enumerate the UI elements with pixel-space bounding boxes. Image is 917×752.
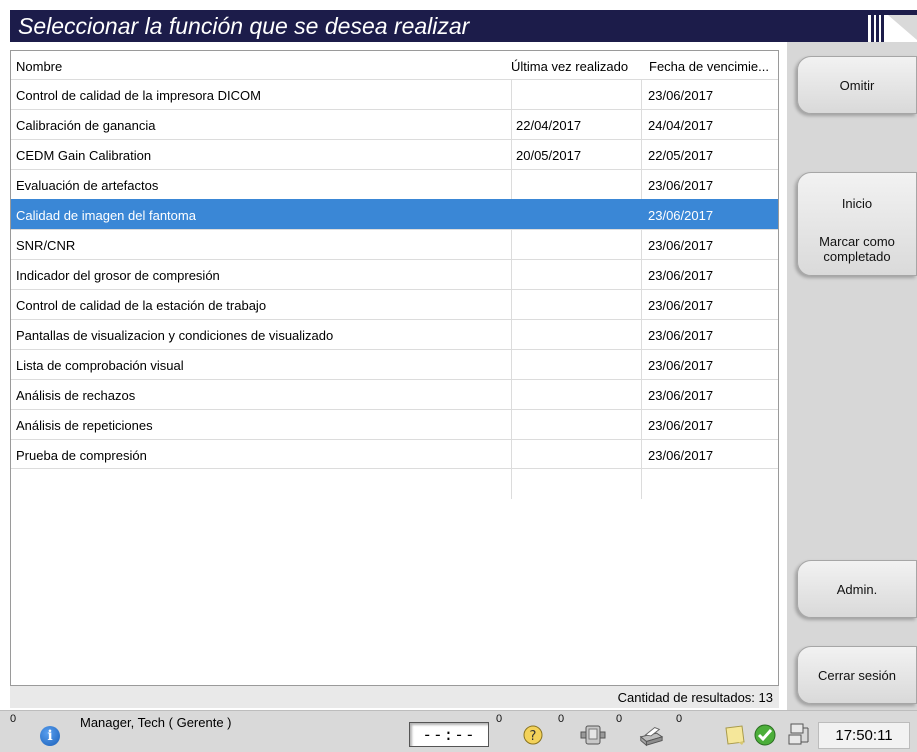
table-row[interactable]: Evaluación de artefactos 23/06/2017 xyxy=(11,169,778,199)
cell-name: Control de calidad de la impresora DICOM xyxy=(16,88,261,103)
svg-text:?: ? xyxy=(530,729,537,744)
table-row[interactable]: Pantallas de visualizacion y condiciones… xyxy=(11,319,778,349)
help-icon[interactable]: ? xyxy=(520,723,546,747)
cell-due-date: 23/06/2017 xyxy=(648,208,714,223)
cell-name: Indicador del grosor de compresión xyxy=(16,268,220,283)
logout-button[interactable]: Cerrar sesión xyxy=(797,646,917,704)
printer-count: 0 xyxy=(616,713,623,725)
cell-due-date: 23/06/2017 xyxy=(648,238,714,253)
table-row[interactable]: Control de calidad de la estación de tra… xyxy=(11,289,778,319)
cell-name: Lista de comprobación visual xyxy=(16,358,184,373)
cell-name: Análisis de rechazos xyxy=(16,388,136,403)
exposure-timer: --:-- xyxy=(409,722,489,747)
cell-last-done: 20/05/2017 xyxy=(516,148,582,163)
help-count: 0 xyxy=(496,713,503,725)
cell-name: SNR/CNR xyxy=(16,238,76,253)
cell-due-date: 23/06/2017 xyxy=(648,328,714,343)
cell-due-date: 24/04/2017 xyxy=(648,118,714,133)
column-header-name[interactable]: Nombre xyxy=(16,59,62,74)
result-count: Cantidad de resultados: 13 xyxy=(617,690,773,705)
cell-name: Control de calidad de la estación de tra… xyxy=(16,298,267,313)
cell-due-date: 23/06/2017 xyxy=(648,88,714,103)
cell-due-date: 23/06/2017 xyxy=(648,388,714,403)
network-icon[interactable] xyxy=(786,723,812,747)
detector-count: 0 xyxy=(558,713,565,725)
column-header-last-done[interactable]: Última vez realizado xyxy=(511,59,628,74)
alert-count: 0 xyxy=(10,713,17,725)
table-footer: Cantidad de resultados: 13 xyxy=(10,686,779,708)
cell-due-date: 23/06/2017 xyxy=(648,298,714,313)
cell-name: Calibración de ganancia xyxy=(16,118,156,133)
table-row-selected[interactable]: Calidad de imagen del fantoma 23/06/2017 xyxy=(11,199,778,229)
skip-button[interactable]: Omitir xyxy=(797,56,917,114)
table-row[interactable]: Prueba de compresión 23/06/2017 xyxy=(11,439,778,469)
cell-due-date: 22/05/2017 xyxy=(648,148,714,163)
cell-name: CEDM Gain Calibration xyxy=(16,148,152,163)
cell-due-date: 23/06/2017 xyxy=(648,448,714,463)
note-icon[interactable] xyxy=(722,723,748,747)
function-table: Nombre Última vez realizado Fecha de ven… xyxy=(10,50,779,686)
table-row[interactable]: Análisis de rechazos 23/06/2017 xyxy=(11,379,778,409)
table-row[interactable]: Calibración de ganancia 22/04/2017 24/04… xyxy=(11,109,778,139)
info-icon[interactable]: i xyxy=(40,726,60,746)
cell-name: Prueba de compresión xyxy=(16,448,147,463)
table-row[interactable]: Indicador del grosor de compresión 23/06… xyxy=(11,259,778,289)
system-clock: 17:50:11 xyxy=(818,722,910,749)
cell-last-done: 22/04/2017 xyxy=(516,118,582,133)
cell-name: Calidad de imagen del fantoma xyxy=(16,208,196,223)
table-header: Nombre Última vez realizado Fecha de ven… xyxy=(11,51,778,79)
check-icon[interactable] xyxy=(752,723,778,747)
status-bar: 0 i Manager, Tech ( Gerente ) --:-- 0 ? … xyxy=(0,710,917,752)
start-button[interactable]: Inicio xyxy=(798,183,916,223)
table-row[interactable]: Control de calidad de la impresora DICOM… xyxy=(11,79,778,109)
queue-count: 0 xyxy=(676,713,683,725)
cell-due-date: 23/06/2017 xyxy=(648,358,714,373)
cell-due-date: 23/06/2017 xyxy=(648,268,714,283)
title-band: Seleccionar la función que se desea real… xyxy=(10,10,862,42)
printer-icon[interactable] xyxy=(638,723,664,747)
page-title: Seleccionar la función que se desea real… xyxy=(18,13,470,39)
detector-icon[interactable] xyxy=(580,723,606,747)
title-bar: Seleccionar la función que se desea real… xyxy=(0,0,917,42)
user-name[interactable]: Manager, Tech ( Gerente ) xyxy=(80,715,232,730)
start-complete-group: Inicio Marcar como completado xyxy=(797,172,917,276)
grip-icon xyxy=(862,10,917,42)
cell-name: Evaluación de artefactos xyxy=(16,178,159,193)
mark-complete-button[interactable]: Marcar como completado xyxy=(798,225,916,273)
action-sidebar: Omitir Inicio Marcar como completado Adm… xyxy=(787,42,917,710)
column-header-due-date[interactable]: Fecha de vencimie... xyxy=(649,59,774,74)
table-row[interactable]: Lista de comprobación visual 23/06/2017 xyxy=(11,349,778,379)
cell-due-date: 23/06/2017 xyxy=(648,418,714,433)
table-row[interactable]: Análisis de repeticiones 23/06/2017 xyxy=(11,409,778,439)
cell-name: Análisis de repeticiones xyxy=(16,418,153,433)
table-row[interactable]: CEDM Gain Calibration 20/05/2017 22/05/2… xyxy=(11,139,778,169)
admin-button[interactable]: Admin. xyxy=(797,560,917,618)
cell-due-date: 23/06/2017 xyxy=(648,178,714,193)
cell-name: Pantallas de visualizacion y condiciones… xyxy=(16,328,334,343)
table-row[interactable]: SNR/CNR 23/06/2017 xyxy=(11,229,778,259)
